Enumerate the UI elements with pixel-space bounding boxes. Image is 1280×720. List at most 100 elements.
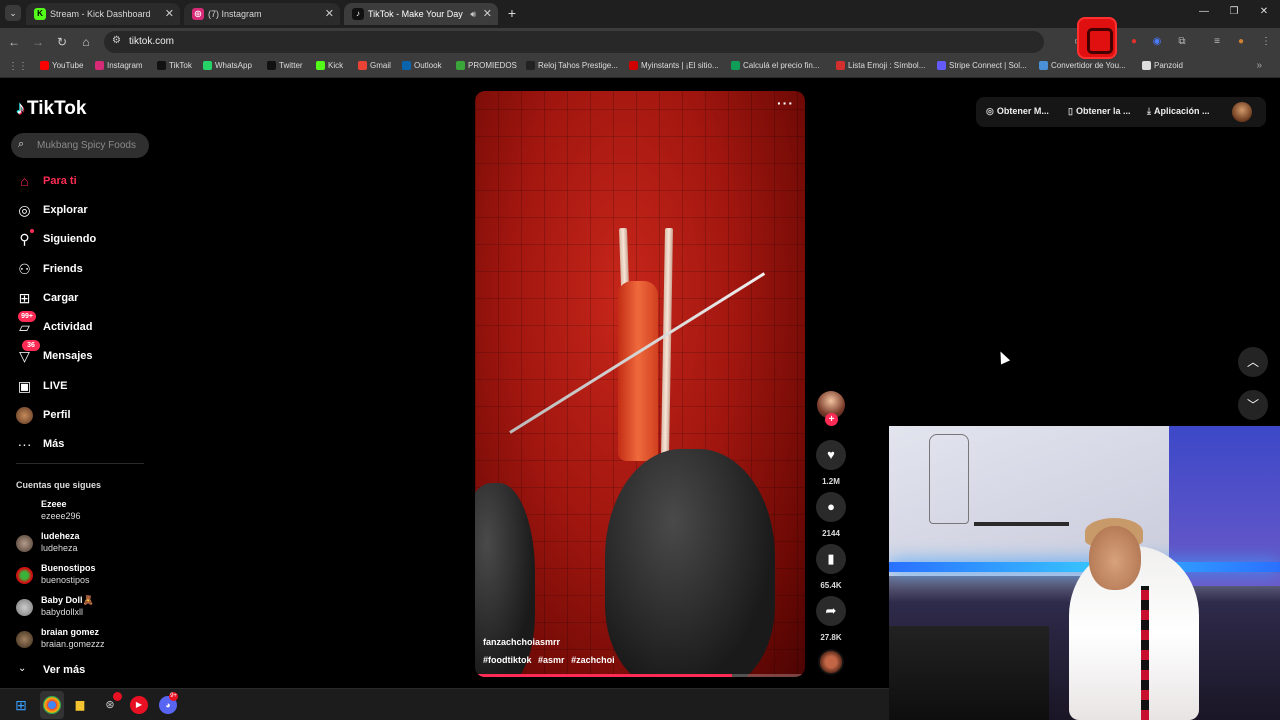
site-info-icon[interactable]: ⚙	[112, 35, 121, 46]
bookmark-twitter[interactable]: Twitter	[267, 61, 303, 70]
minimize-icon[interactable]: —	[1196, 6, 1212, 17]
avatar	[16, 567, 33, 584]
video-author[interactable]: fanzachchoiasmrr	[483, 637, 560, 647]
next-video-button[interactable]: ﹀	[1238, 390, 1268, 420]
divider	[16, 463, 144, 464]
nav-mensajes[interactable]: ▽ 36 Mensajes	[16, 340, 156, 367]
media-icon[interactable]: ≡	[1210, 35, 1224, 49]
chrome-icon[interactable]	[43, 696, 61, 714]
get-app-button[interactable]: ▯ Obtener la ...	[1068, 106, 1130, 117]
bookmark-lista-emoji-s-mbol[interactable]: Lista Emoji : Símbol...	[836, 61, 925, 70]
avatar	[16, 535, 33, 552]
bookmark-myinstants-el-sitio[interactable]: Myinstants | ¡El sitio...	[629, 61, 719, 70]
notification-dot	[30, 229, 34, 233]
back-icon[interactable]: ←	[7, 35, 21, 49]
youtube-icon[interactable]: ▶	[130, 696, 148, 714]
bookmark-label: YouTube	[52, 61, 84, 70]
bookmark-label: Instagram	[107, 61, 143, 70]
bookmark-panzoid[interactable]: Panzoid	[1142, 61, 1183, 70]
bookmark-whatsapp[interactable]: WhatsApp	[203, 61, 252, 70]
video-player[interactable]: ··· fanzachchoiasmrr #foodtiktok #asmr #…	[475, 91, 805, 677]
nav-label: Perfil	[43, 409, 71, 421]
tiktok-icon	[157, 61, 166, 70]
bookmark-instagram[interactable]: Instagram	[95, 61, 143, 70]
nav-label: Siguiendo	[43, 233, 97, 245]
tab-kick-dashboard[interactable]: K Stream - Kick Dashboard ✕	[26, 3, 180, 25]
file-explorer-icon[interactable]: ▆	[71, 696, 89, 714]
hashtag-link[interactable]: #asmr	[538, 655, 565, 665]
close-icon[interactable]: ✕	[483, 3, 492, 25]
address-bar[interactable]: ⚙ tiktok.com	[104, 31, 1044, 53]
close-icon[interactable]: ✕	[165, 3, 174, 25]
nav-cargar[interactable]: ⊞ Cargar	[16, 289, 156, 309]
bookmark-youtube[interactable]: YouTube	[40, 61, 83, 70]
account-username: braian.gomezzz	[41, 639, 105, 649]
follow-plus-icon[interactable]: +	[825, 413, 838, 426]
friends-icon: ⚇	[18, 261, 31, 277]
outlook-icon	[402, 61, 411, 70]
tab-tiktok[interactable]: ♪ TikTok - Make Your Day 🔊︎ ✕	[344, 3, 498, 25]
following-account[interactable]: Ezeee ezeee296	[16, 498, 156, 526]
desktop-app-button[interactable]: ⤓ Aplicación ...	[1147, 106, 1210, 117]
close-icon[interactable]: ✕	[325, 3, 334, 25]
extension-icon[interactable]: ◉	[1150, 35, 1164, 49]
nav-mas[interactable]: ··· Más	[16, 435, 156, 455]
activity-badge: 99+	[18, 311, 36, 322]
following-account[interactable]: Baby Doll🧸 babydollxll	[16, 594, 156, 622]
save-button[interactable]: ▮	[816, 544, 846, 574]
bookmark-tiktok[interactable]: TikTok	[157, 61, 192, 70]
nav-perfil[interactable]: Perfil	[16, 406, 156, 426]
nav-friends[interactable]: ⚇ Friends	[16, 260, 156, 280]
bookmark-convertidor-de-you[interactable]: Convertidor de You...	[1039, 61, 1126, 70]
chevron-right-icon[interactable]: »	[1256, 60, 1262, 71]
previous-video-button[interactable]: ︿	[1238, 347, 1268, 377]
hashtag-link[interactable]: #zachchoi	[571, 655, 615, 665]
windows-start-icon[interactable]: ⊞	[12, 696, 30, 714]
more-options-icon[interactable]: ···	[777, 95, 794, 111]
home-icon[interactable]: ⌂	[79, 35, 93, 49]
bookmark-kick[interactable]: Kick	[316, 61, 343, 70]
extensions-puzzle-icon[interactable]: ⧉	[1175, 35, 1189, 49]
window-close-icon[interactable]: ✕	[1256, 6, 1272, 17]
bookmark-reloj-tahos-prestige[interactable]: Reloj Tahos Prestige...	[526, 61, 618, 70]
like-button[interactable]: ♥	[816, 440, 846, 470]
bookmark-promiedos[interactable]: PROMIEDOS	[456, 61, 517, 70]
mouse-cursor	[995, 349, 1011, 365]
nav-para-ti[interactable]: ⌂ Para ti	[16, 172, 156, 192]
nav-explorar[interactable]: ◎ Explorar	[16, 201, 156, 221]
hashtag-link[interactable]: #foodtiktok	[483, 655, 532, 665]
nav-live[interactable]: ▣ LIVE	[16, 377, 156, 397]
search-input[interactable]: ⌕ Mukbang Spicy Foods	[11, 133, 149, 158]
following-account[interactable]: Buenostipos buenostipos	[16, 562, 156, 590]
forward-icon[interactable]: →	[31, 35, 45, 49]
following-account[interactable]: ludeheza ludeheza	[16, 530, 156, 558]
tab-instagram[interactable]: ◎ (7) Instagram ✕	[184, 3, 340, 25]
following-account[interactable]: braian gomez braian.gomezzz	[16, 626, 156, 654]
bookmark-gmail[interactable]: Gmail	[358, 61, 391, 70]
nav-actividad[interactable]: ▱ 99+ Actividad	[16, 311, 156, 338]
profile-icon[interactable]: ●	[1234, 35, 1248, 49]
tiktok-logo[interactable]: ♪ TikTok	[16, 98, 86, 120]
kick-extension-icon[interactable]	[1077, 17, 1117, 59]
extension-icon[interactable]: ●	[1127, 35, 1141, 49]
user-avatar[interactable]	[1232, 102, 1252, 122]
apps-grid-icon[interactable]: ⋮⋮	[8, 61, 28, 72]
speaker-icon[interactable]: 🔊︎	[470, 3, 476, 25]
see-more-button[interactable]: ⌄ Ver más	[16, 663, 116, 679]
new-tab-button[interactable]: +	[504, 5, 520, 21]
reload-icon[interactable]: ↻	[55, 35, 69, 49]
get-coins-button[interactable]: ◎ Obtener M...	[986, 106, 1049, 117]
bookmark-outlook[interactable]: Outlook	[402, 61, 442, 70]
bookmark-stripe-connect-sol[interactable]: Stripe Connect | Sol...	[937, 61, 1027, 70]
video-progress-bar[interactable]	[475, 674, 805, 677]
bookmark-calcul-el-precio-fin[interactable]: Calculá el precio fin...	[731, 61, 819, 70]
avatar	[16, 503, 33, 520]
tab-search-button[interactable]: ⌄	[5, 5, 21, 21]
comment-button[interactable]: ●	[816, 492, 846, 522]
nav-siguiendo[interactable]: ⚲ Siguiendo	[16, 229, 156, 250]
share-button[interactable]: ➦	[816, 596, 846, 626]
menu-icon[interactable]: ⋮	[1259, 35, 1273, 49]
restore-icon[interactable]: ❐	[1226, 6, 1242, 17]
music-disc-icon[interactable]	[818, 649, 844, 675]
stripe-icon	[937, 61, 946, 70]
